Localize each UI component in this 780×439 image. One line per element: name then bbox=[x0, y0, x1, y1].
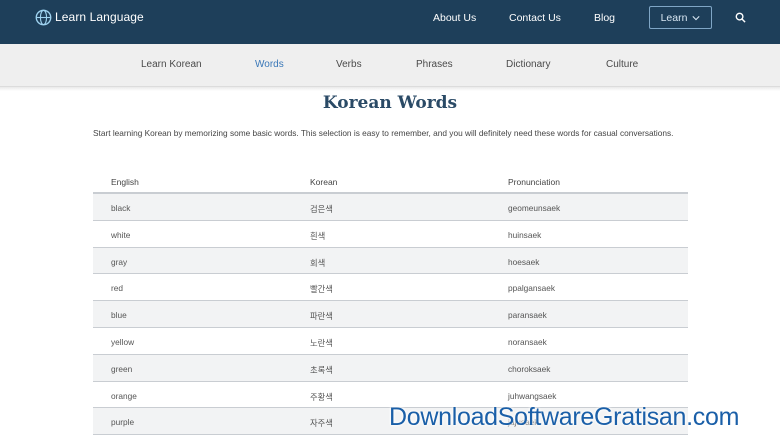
cell-pronunciation: geomeunsaek bbox=[508, 203, 561, 213]
table-row: gray 회색 hoesaek bbox=[93, 247, 688, 275]
cell-english: purple bbox=[111, 417, 135, 428]
cell-korean: 자주색 bbox=[310, 418, 333, 429]
cell-english: white bbox=[111, 229, 131, 240]
subnav-learn-korean[interactable]: Learn Korean bbox=[141, 59, 202, 70]
header-english: English bbox=[111, 177, 139, 187]
table-row: black 검은색 geomeunsaek bbox=[93, 194, 688, 221]
cell-english: yellow bbox=[111, 336, 135, 347]
cell-korean: 회색 bbox=[310, 257, 326, 268]
cell-pronunciation: choroksaek bbox=[508, 363, 551, 374]
cell-english: blue bbox=[111, 310, 127, 321]
subnav-words[interactable]: Words bbox=[255, 59, 284, 70]
subnav-shadow bbox=[0, 87, 780, 91]
nav-blog[interactable]: Blog bbox=[594, 12, 615, 24]
subnav-verbs[interactable]: Verbs bbox=[336, 59, 362, 70]
table-row: blue 파란색 paransaek bbox=[93, 301, 688, 328]
cell-korean: 파란색 bbox=[310, 311, 333, 322]
cell-korean: 노란색 bbox=[310, 337, 333, 348]
logo-text: Learn Language bbox=[55, 10, 144, 24]
cell-korean: 검은색 bbox=[310, 204, 333, 214]
subnav-dictionary[interactable]: Dictionary bbox=[506, 59, 550, 70]
search-icon[interactable] bbox=[735, 12, 746, 23]
cell-english: gray bbox=[111, 256, 128, 267]
cell-pronunciation: juhwangsaek bbox=[508, 390, 557, 401]
sub-navbar: Learn Korean Words Verbs Phrases Diction… bbox=[0, 44, 780, 87]
cell-english: red bbox=[111, 283, 123, 294]
cell-english: black bbox=[111, 203, 131, 213]
learn-dropdown-button[interactable]: Learn bbox=[649, 6, 712, 29]
learn-button-label: Learn bbox=[660, 11, 688, 24]
cell-korean: 흰색 bbox=[310, 230, 326, 241]
cell-korean: 주황색 bbox=[310, 391, 333, 402]
site-logo[interactable]: Learn Language bbox=[35, 8, 144, 26]
cell-pronunciation: noransaek bbox=[508, 336, 547, 347]
page-title: Korean Words bbox=[322, 93, 458, 113]
table-row: red 빨간색 ppalgansaek bbox=[93, 274, 688, 302]
watermark-text: DownloadSoftwareGratisan.com bbox=[389, 403, 740, 431]
cell-korean: 빨간색 bbox=[310, 284, 333, 295]
table-header: English Korean Pronunciation bbox=[93, 170, 688, 194]
words-table: English Korean Pronunciation black 검은색 g… bbox=[93, 170, 688, 436]
cell-pronunciation: ppalgansaek bbox=[508, 283, 556, 294]
nav-about-us[interactable]: About Us bbox=[433, 12, 476, 24]
table-row: yellow 노란색 noransaek bbox=[93, 328, 688, 355]
chevron-down-icon bbox=[692, 15, 701, 20]
cell-pronunciation: huinsaek bbox=[508, 229, 542, 240]
table-row: white 흰색 huinsaek bbox=[93, 221, 688, 248]
header-pronunciation: Pronunciation bbox=[508, 177, 560, 187]
cell-pronunciation: paransaek bbox=[508, 310, 547, 321]
subnav-phrases[interactable]: Phrases bbox=[416, 59, 453, 70]
header-korean: Korean bbox=[310, 177, 338, 187]
table-row: green 초록색 choroksaek bbox=[93, 354, 688, 382]
nav-contact-us[interactable]: Contact Us bbox=[509, 12, 561, 24]
globe-icon bbox=[35, 9, 52, 25]
top-navbar: Learn Language About Us Contact Us Blog … bbox=[0, 0, 780, 44]
cell-english: orange bbox=[111, 390, 137, 401]
cell-pronunciation: hoesaek bbox=[508, 256, 540, 267]
cell-korean: 초록색 bbox=[310, 364, 333, 375]
cell-english: green bbox=[111, 363, 133, 374]
intro-paragraph: Start learning Korean by memorizing some… bbox=[93, 128, 674, 138]
subnav-culture[interactable]: Culture bbox=[606, 59, 638, 70]
